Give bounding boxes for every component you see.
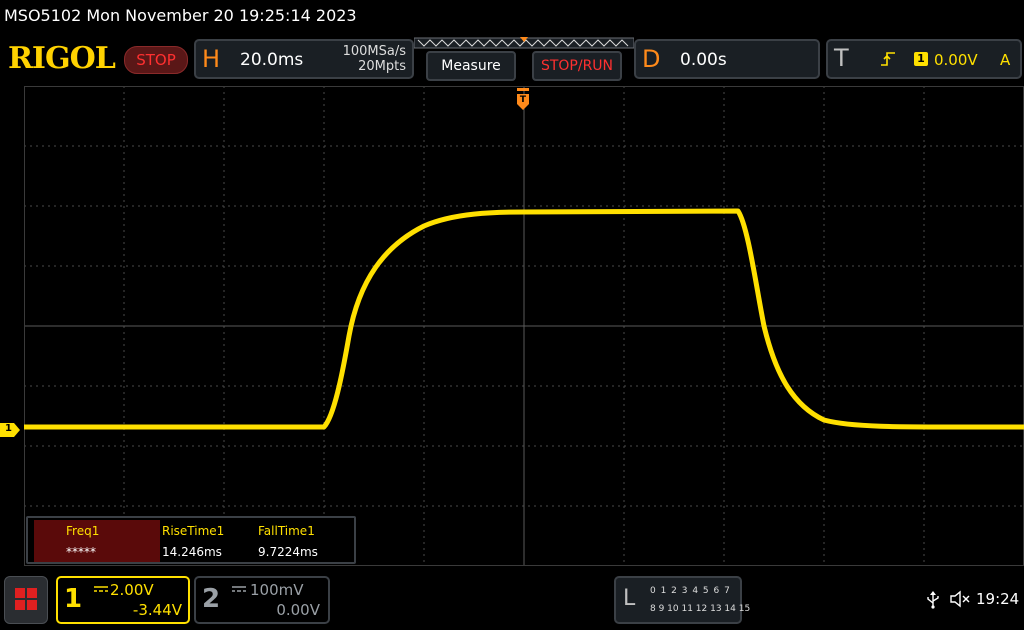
run-status-badge[interactable]: STOP: [124, 46, 188, 74]
channel-1-offset: -3.44V: [132, 601, 182, 619]
rigol-logo: RIGOL: [8, 41, 116, 76]
waveform-display[interactable]: [24, 86, 1024, 566]
speaker-muted-icon[interactable]: [950, 590, 970, 608]
dc-coupling-icon: [94, 586, 108, 592]
channel-2-scale: 100mV: [250, 581, 304, 599]
measurement-value: *****: [66, 545, 96, 559]
measure-button[interactable]: Measure: [426, 51, 516, 81]
channel-2-offset: 0.00V: [276, 601, 320, 619]
logic-analyzer-label: L: [623, 586, 636, 611]
usb-icon: [927, 591, 939, 609]
title-bar: MSO5102 Mon November 20 19:25:14 2023: [0, 0, 1024, 32]
memory-overview-strip[interactable]: [414, 37, 634, 49]
ch1-marker-label: 1: [5, 423, 12, 434]
horizontal-panel[interactable]: H 20.0ms 100MSa/s 20Mpts: [194, 39, 414, 79]
trigger-panel[interactable]: T 1 0.00V A: [826, 39, 1022, 79]
timebase-value: 20.0ms: [240, 50, 304, 70]
trigger-level: 0.00V: [934, 51, 978, 69]
svg-text:T: T: [520, 95, 527, 105]
clock: 19:24: [976, 590, 1020, 608]
title-text: MSO5102 Mon November 20 19:25:14 2023: [4, 6, 357, 25]
rising-edge-icon: [881, 52, 895, 66]
stop-run-button[interactable]: STOP/RUN: [532, 51, 622, 81]
digital-channels-row-1: 0 1 2 3 4 5 6 7: [650, 586, 731, 596]
trigger-source-badge: 1: [914, 52, 928, 66]
delay-panel[interactable]: D 0.00s: [634, 39, 820, 79]
graticule-center-axes: [24, 86, 1024, 566]
measurement-value: 9.7224ms: [258, 545, 318, 559]
measurement-name: Freq1: [66, 524, 100, 538]
channel-2-panel[interactable]: 2 100mV 0.00V: [194, 576, 330, 624]
logic-analyzer-panel[interactable]: L 0 1 2 3 4 5 6 7 8 9 10 11 12 13 14 15: [614, 576, 750, 624]
horizontal-label: H: [202, 45, 221, 73]
measurement-results[interactable]: Freq1 ***** RiseTime1 14.246ms FallTime1…: [26, 516, 356, 564]
trigger-position-marker[interactable]: T: [516, 88, 530, 110]
channel-1-scale: 2.00V: [110, 581, 154, 599]
digital-channels-row-2: 8 9 10 11 12 13 14 15: [650, 604, 751, 614]
trigger-label: T: [834, 44, 849, 72]
channel-1-panel[interactable]: 1 2.00V -3.44V: [56, 576, 190, 624]
delay-label: D: [642, 45, 661, 73]
measurement-name: FallTime1: [258, 524, 315, 538]
main-menu-button[interactable]: [4, 576, 48, 624]
ch1-ground-marker[interactable]: 1: [0, 423, 20, 437]
memory-depth: 20Mpts: [358, 59, 406, 74]
measurement-value: 14.246ms: [162, 545, 222, 559]
delay-value: 0.00s: [680, 50, 727, 70]
menu-grid-icon: [15, 588, 37, 610]
dc-coupling-icon: [232, 586, 246, 592]
measurement-name: RiseTime1: [162, 524, 225, 538]
trigger-mode: A: [1000, 51, 1011, 69]
sample-rate: 100MSa/s: [342, 44, 406, 59]
